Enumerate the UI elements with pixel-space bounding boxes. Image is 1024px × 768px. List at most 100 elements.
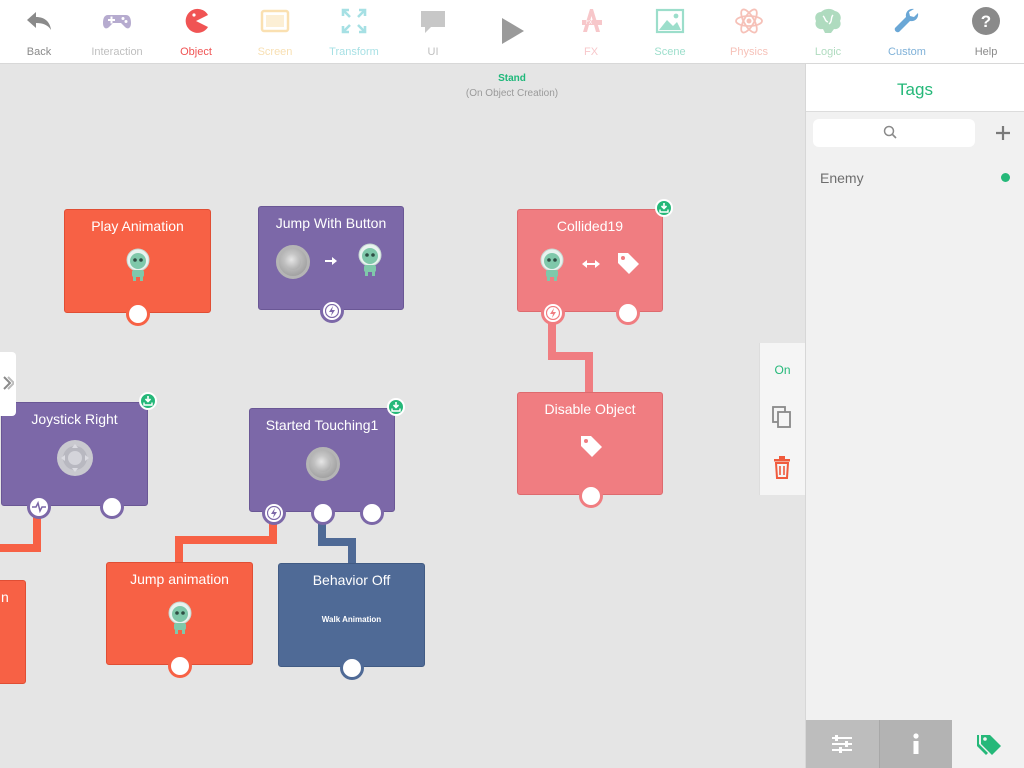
collided-block[interactable]: Collided19 xyxy=(517,199,673,325)
output-port[interactable] xyxy=(126,302,150,326)
tag-item[interactable]: Enemy xyxy=(806,160,1024,194)
play-animation-block[interactable]: Play Animation xyxy=(64,209,211,326)
alien-icon xyxy=(358,243,382,276)
trigger-port[interactable] xyxy=(541,301,565,325)
chevron-right-icon xyxy=(3,376,14,390)
disable-object-block[interactable]: Disable Object xyxy=(517,392,663,508)
output-port[interactable] xyxy=(579,484,603,508)
screen-icon xyxy=(260,9,290,33)
started-touching-block[interactable]: Started Touching1 xyxy=(249,398,405,525)
tag-active-dot xyxy=(1001,173,1010,182)
speech-bubble-icon xyxy=(421,11,445,33)
trigger-port[interactable] xyxy=(27,495,51,519)
trash-icon[interactable] xyxy=(771,455,793,479)
output-port[interactable] xyxy=(100,495,124,519)
lightning-icon xyxy=(267,506,281,520)
panel-tabs xyxy=(806,720,1024,768)
jump-with-button-block[interactable]: Jump With Button xyxy=(258,206,404,323)
fx-icon: FX xyxy=(582,9,602,32)
svg-text:FX: FX xyxy=(586,20,593,26)
back-button[interactable]: Back xyxy=(0,0,78,64)
block-title: Jump animation xyxy=(130,571,229,587)
logic-button[interactable]: Logic xyxy=(789,0,867,64)
trigger-port[interactable] xyxy=(262,501,286,525)
panel-header: Tags xyxy=(806,64,1024,112)
interaction-label: Interaction xyxy=(91,46,143,58)
add-tag-icon[interactable] xyxy=(992,122,1014,144)
play-button[interactable] xyxy=(473,0,551,64)
transform-label: Transform xyxy=(329,46,379,58)
double-arrow-icon xyxy=(582,260,600,268)
toolbar: Back Interaction Object Screen Transform… xyxy=(0,0,1024,64)
physics-button[interactable]: Physics xyxy=(710,0,788,64)
screen-button[interactable]: Screen xyxy=(236,0,314,64)
tab-properties[interactable] xyxy=(806,720,879,768)
scene-label: Scene xyxy=(654,46,686,58)
behavior-off-block[interactable]: Behavior Off Walk Animation xyxy=(278,563,425,680)
tab-tags[interactable] xyxy=(952,720,1024,768)
ui-button[interactable]: UI xyxy=(394,0,472,64)
block-title: Behavior Off xyxy=(312,572,391,588)
transform-button[interactable]: Transform xyxy=(315,0,393,64)
block-action-bar: On xyxy=(759,343,805,495)
block-title: Started Touching1 xyxy=(265,417,379,433)
block-title: Disable Object xyxy=(544,401,636,417)
alien-icon xyxy=(126,248,150,281)
add-rule-badge[interactable] xyxy=(655,199,673,217)
landscape-icon xyxy=(655,8,685,34)
output-port[interactable] xyxy=(340,656,364,680)
copy-icon[interactable] xyxy=(771,405,793,429)
help-icon: ? xyxy=(972,7,1000,35)
brain-icon xyxy=(815,8,841,33)
target-behavior-label: Walk Animation xyxy=(321,615,382,624)
search-input[interactable] xyxy=(813,119,975,147)
download-icon xyxy=(391,402,401,412)
tag-search[interactable] xyxy=(813,119,975,147)
logic-label: Logic xyxy=(814,46,842,58)
add-rule-badge[interactable] xyxy=(387,398,405,416)
ui-label: UI xyxy=(427,46,439,58)
alien-icon xyxy=(168,601,192,634)
tag-icon xyxy=(581,436,602,457)
output-port-2[interactable] xyxy=(360,501,384,525)
trigger-port[interactable] xyxy=(320,299,344,323)
joystick-right-block[interactable]: Joystick Right xyxy=(1,392,157,519)
physics-label: Physics xyxy=(730,46,768,58)
jump-animation-block[interactable]: Jump animation xyxy=(106,562,253,678)
fx-button[interactable]: FX FX xyxy=(552,0,630,64)
panel-title: Tags xyxy=(897,80,933,99)
tags-icon xyxy=(977,735,1001,755)
behavior-canvas[interactable]: Stand (On Object Creation) Play Animatio… xyxy=(0,64,805,768)
output-port[interactable] xyxy=(616,301,640,325)
custom-label: Custom xyxy=(888,46,926,58)
alien-icon xyxy=(540,248,564,281)
object-button[interactable]: Object xyxy=(157,0,235,64)
tag-icon xyxy=(618,253,639,274)
button-icon xyxy=(276,245,310,279)
transform-icon xyxy=(341,8,367,34)
download-icon xyxy=(659,203,669,213)
wrench-icon xyxy=(894,8,919,33)
partial-block[interactable]: n xyxy=(0,580,26,684)
on-toggle[interactable]: On xyxy=(760,363,805,377)
arrow-right-icon xyxy=(325,257,337,265)
block-title: n xyxy=(1,589,9,605)
screen-label: Screen xyxy=(257,46,293,58)
help-label: Help xyxy=(974,46,998,58)
output-port[interactable] xyxy=(168,654,192,678)
output-port[interactable] xyxy=(311,501,335,525)
lightning-icon xyxy=(325,304,339,318)
block-title: Jump With Button xyxy=(275,215,387,231)
fx-label: FX xyxy=(583,46,599,58)
lightning-icon xyxy=(546,306,560,320)
help-button[interactable]: ? Help xyxy=(947,0,1024,64)
tab-info[interactable] xyxy=(879,720,952,768)
back-label: Back xyxy=(26,46,52,58)
expand-tab[interactable] xyxy=(0,352,16,416)
custom-button[interactable]: Custom xyxy=(868,0,946,64)
block-title: Joystick Right xyxy=(31,411,118,427)
add-rule-badge[interactable] xyxy=(139,392,157,410)
scene-button[interactable]: Scene xyxy=(631,0,709,64)
interaction-button[interactable]: Interaction xyxy=(78,0,156,64)
pulse-icon xyxy=(32,500,46,514)
